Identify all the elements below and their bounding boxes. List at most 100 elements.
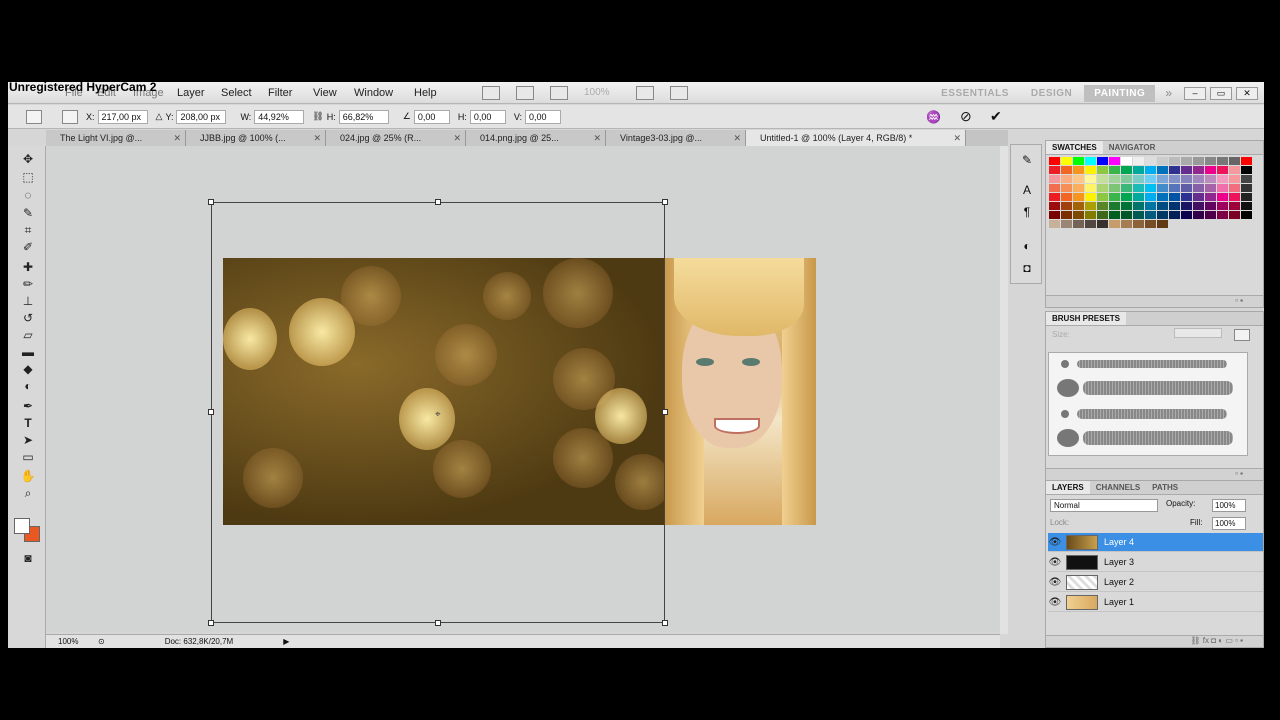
transform-handle[interactable] bbox=[662, 620, 668, 626]
color-swatch[interactable] bbox=[1157, 202, 1168, 210]
color-swatch[interactable] bbox=[1241, 193, 1252, 201]
tab-document-active[interactable]: Untitled-1 @ 100% (Layer 4, RGB/8) * ✕ bbox=[746, 130, 966, 146]
color-swatch[interactable] bbox=[1109, 175, 1120, 183]
masks-panel-icon[interactable]: ◘ bbox=[1020, 261, 1034, 275]
cancel-transform-icon[interactable]: ⊘ bbox=[960, 108, 972, 125]
color-swatch[interactable] bbox=[1193, 157, 1204, 165]
reference-grid-icon[interactable] bbox=[62, 109, 78, 124]
height-field[interactable]: 66,82% bbox=[338, 109, 389, 124]
workspace-painting[interactable]: PAINTING bbox=[1084, 84, 1156, 102]
brush-preset-item[interactable] bbox=[1053, 377, 1241, 399]
color-swatch[interactable] bbox=[1109, 184, 1120, 192]
color-swatch[interactable] bbox=[1241, 166, 1252, 174]
color-swatch[interactable] bbox=[1193, 202, 1204, 210]
transform-center-icon[interactable]: ⌖ bbox=[435, 409, 441, 420]
visibility-eye-icon[interactable]: 👁 bbox=[1048, 577, 1062, 588]
color-swatch[interactable] bbox=[1061, 193, 1072, 201]
layer-row[interactable]: 👁 Layer 1 bbox=[1048, 593, 1263, 612]
color-swatch[interactable] bbox=[1229, 184, 1240, 192]
color-swatch[interactable] bbox=[1229, 211, 1240, 219]
color-swatch[interactable] bbox=[1169, 211, 1180, 219]
color-swatch[interactable] bbox=[1097, 175, 1108, 183]
color-swatch[interactable] bbox=[1205, 175, 1216, 183]
foreground-color-swatch[interactable] bbox=[14, 518, 30, 534]
tab-swatches[interactable]: SWATCHES bbox=[1046, 141, 1103, 154]
color-swatch[interactable] bbox=[1145, 202, 1156, 210]
color-swatch[interactable] bbox=[1133, 175, 1144, 183]
tab-navigator[interactable]: NAVIGATOR bbox=[1103, 141, 1162, 154]
color-swatch[interactable] bbox=[1145, 166, 1156, 174]
blend-mode-select[interactable]: Normal bbox=[1050, 499, 1158, 512]
transform-handle[interactable] bbox=[208, 409, 214, 415]
tab-brush-presets[interactable]: BRUSH PRESETS bbox=[1046, 312, 1127, 325]
color-swatch[interactable] bbox=[1157, 193, 1168, 201]
minimize-icon[interactable]: – bbox=[1184, 86, 1206, 100]
color-swatch[interactable] bbox=[1133, 211, 1144, 219]
layer-row[interactable]: 👁 Layer 4 bbox=[1048, 533, 1263, 552]
eraser-tool-icon[interactable]: ▱ bbox=[20, 328, 36, 342]
vertical-skew-field[interactable]: 0,00 bbox=[524, 109, 561, 124]
restore-icon[interactable]: ▭ bbox=[1210, 86, 1232, 100]
arrange-documents-icon[interactable] bbox=[636, 85, 654, 100]
color-swatch[interactable] bbox=[1229, 157, 1240, 165]
tab-channels[interactable]: CHANNELS bbox=[1090, 481, 1146, 494]
color-swatch[interactable] bbox=[1241, 175, 1252, 183]
color-swatch[interactable] bbox=[1073, 220, 1084, 228]
status-menu-arrow-icon[interactable]: ▶ bbox=[283, 637, 289, 646]
color-swatch[interactable] bbox=[1229, 193, 1240, 201]
color-swatch[interactable] bbox=[1073, 193, 1084, 201]
color-swatch[interactable] bbox=[1169, 184, 1180, 192]
tab-close-icon[interactable]: ✕ bbox=[173, 130, 181, 146]
color-swatch[interactable] bbox=[1157, 184, 1168, 192]
color-swatch[interactable] bbox=[1241, 157, 1252, 165]
lasso-tool-icon[interactable]: ◌ bbox=[20, 188, 36, 202]
angle-field[interactable]: 0,00 bbox=[413, 109, 450, 124]
color-swatch[interactable] bbox=[1145, 184, 1156, 192]
screen-mode-icon[interactable] bbox=[670, 85, 688, 100]
menu-help[interactable]: Help bbox=[405, 87, 446, 99]
color-swatch[interactable] bbox=[1133, 202, 1144, 210]
color-swatch[interactable] bbox=[1073, 211, 1084, 219]
menu-layer[interactable]: Layer bbox=[168, 87, 214, 99]
shape-tool-icon[interactable]: ▭ bbox=[20, 450, 36, 464]
color-swatch[interactable] bbox=[1157, 211, 1168, 219]
color-swatch[interactable] bbox=[1205, 211, 1216, 219]
color-swatch[interactable] bbox=[1181, 175, 1192, 183]
brush-preset-item[interactable] bbox=[1053, 403, 1241, 425]
bridge-icon[interactable] bbox=[482, 85, 500, 100]
color-swatch[interactable] bbox=[1241, 184, 1252, 192]
color-swatch[interactable] bbox=[1193, 184, 1204, 192]
tab-document-3[interactable]: 024.jpg @ 25% (R... ✕ bbox=[326, 130, 466, 146]
workspace-design[interactable]: DESIGN bbox=[1021, 85, 1082, 102]
color-swatch[interactable] bbox=[1073, 157, 1084, 165]
commit-transform-icon[interactable]: ✔ bbox=[990, 108, 1002, 125]
type-tool-icon[interactable]: T bbox=[20, 416, 36, 430]
color-swatch[interactable] bbox=[1097, 184, 1108, 192]
color-swatch[interactable] bbox=[1061, 202, 1072, 210]
color-swatch[interactable] bbox=[1049, 193, 1060, 201]
pen-tool-icon[interactable]: ✒ bbox=[20, 399, 36, 413]
vertical-scrollbar[interactable] bbox=[1000, 146, 1008, 634]
color-swatch[interactable] bbox=[1121, 220, 1132, 228]
color-swatch[interactable] bbox=[1073, 184, 1084, 192]
color-swatch[interactable] bbox=[1049, 157, 1060, 165]
color-swatch[interactable] bbox=[1145, 157, 1156, 165]
color-swatch[interactable] bbox=[1073, 166, 1084, 174]
color-swatch[interactable] bbox=[1085, 184, 1096, 192]
tab-document-5[interactable]: Vintage3-03.jpg @... ✕ bbox=[606, 130, 746, 146]
color-swatch[interactable] bbox=[1085, 211, 1096, 219]
color-swatch[interactable] bbox=[1205, 166, 1216, 174]
color-swatch[interactable] bbox=[1049, 175, 1060, 183]
view-extras-icon[interactable] bbox=[550, 85, 568, 100]
color-swatch[interactable] bbox=[1049, 220, 1060, 228]
color-swatch[interactable] bbox=[1205, 193, 1216, 201]
free-transform-bounding-box[interactable]: ⌖ bbox=[208, 199, 668, 626]
color-swatch[interactable] bbox=[1217, 157, 1228, 165]
paragraph-panel-icon[interactable]: ¶ bbox=[1020, 205, 1034, 219]
brush-size-field[interactable] bbox=[1174, 328, 1222, 338]
tab-paths[interactable]: PATHS bbox=[1146, 481, 1184, 494]
workspace-essentials[interactable]: ESSENTIALS bbox=[931, 85, 1019, 102]
color-swatch[interactable] bbox=[1085, 157, 1096, 165]
color-swatch[interactable] bbox=[1133, 193, 1144, 201]
color-swatch[interactable] bbox=[1145, 193, 1156, 201]
